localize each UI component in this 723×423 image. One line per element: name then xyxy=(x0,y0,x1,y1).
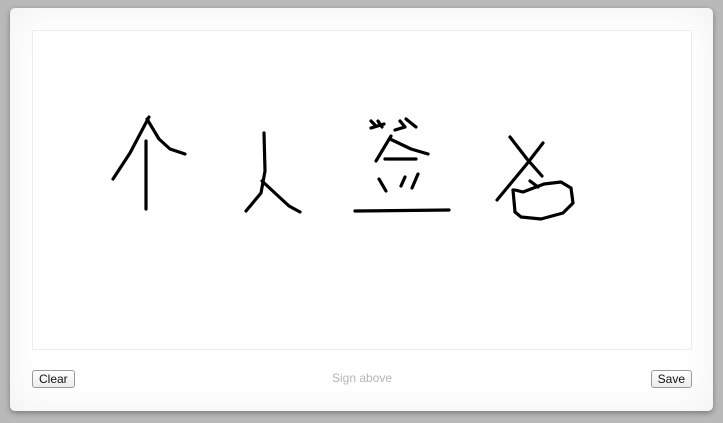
stroke-qian-dots xyxy=(377,172,420,193)
stroke-ming-top xyxy=(508,135,544,178)
stroke-ren-left xyxy=(244,131,267,213)
stroke-ge-left xyxy=(111,115,151,181)
stroke-qian-bottom xyxy=(353,208,451,213)
stroke-ming-left xyxy=(511,188,517,214)
stroke-qian-topleft xyxy=(369,119,386,130)
stroke-qian-roof-right xyxy=(388,137,430,156)
signature-footer: Clear Sign above Save xyxy=(32,370,692,390)
signature-pad: Clear Sign above Save xyxy=(10,8,713,411)
stroke-ren-right xyxy=(260,179,302,214)
sign-above-hint: Sign above xyxy=(331,371,393,385)
signature-strokes xyxy=(111,115,575,221)
stroke-ge-right xyxy=(145,117,187,156)
save-button[interactable]: Save xyxy=(650,370,692,388)
signature-canvas[interactable] xyxy=(32,30,692,350)
stroke-ming-box xyxy=(513,180,575,221)
stroke-qian-topright xyxy=(393,117,418,132)
